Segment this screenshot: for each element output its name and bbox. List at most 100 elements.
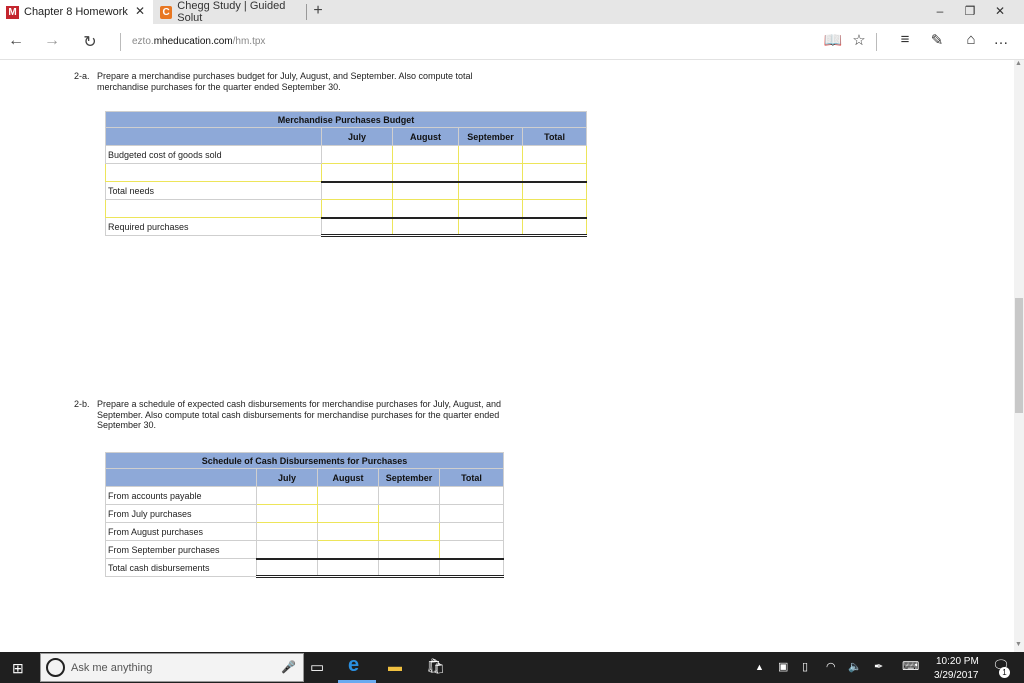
input-cell[interactable] <box>521 181 588 200</box>
edge-browser-icon[interactable]: e <box>348 654 359 677</box>
col-header-total: Total <box>438 468 505 487</box>
refresh-icon[interactable]: ↻ <box>78 32 102 52</box>
tab-chapter-8-homework[interactable]: M Chapter 8 Homework ✕ <box>0 0 153 24</box>
url-path: /hm.tpx <box>232 36 266 47</box>
pen-icon[interactable]: ✒ <box>874 660 883 673</box>
close-window-icon[interactable]: ✕ <box>985 4 1015 18</box>
tab-strip: M Chapter 8 Homework ✕ C Chegg Study | G… <box>0 0 1024 24</box>
question-line-3: September 30. <box>97 420 157 430</box>
windows-start-icon[interactable]: ⊞ <box>12 660 24 677</box>
input-cell[interactable] <box>317 504 379 523</box>
share-icon[interactable]: ⌂ <box>960 31 982 48</box>
battery-icon[interactable]: ▯ <box>802 660 808 673</box>
hub-icon[interactable]: ≡ <box>894 31 916 48</box>
restore-icon[interactable]: ❐ <box>955 4 985 18</box>
scroll-down-icon[interactable]: ▼ <box>1015 641 1022 648</box>
scrollbar-thumb[interactable] <box>1015 298 1023 413</box>
notification-count-badge: 1 <box>999 667 1010 678</box>
input-cell[interactable] <box>458 217 523 237</box>
input-cell[interactable] <box>521 145 588 164</box>
total-cell[interactable] <box>438 558 505 578</box>
table-title: Merchandise Purchases Budget <box>104 111 588 128</box>
input-cell[interactable] <box>392 145 459 164</box>
clock-time[interactable]: 10:20 PM <box>936 656 979 667</box>
question-2b: 2-b. Prepare a schedule of expected cash… <box>74 399 574 433</box>
clock-date[interactable]: 3/29/2017 <box>934 670 979 681</box>
show-hidden-icons-chevron-icon[interactable]: ▲ <box>755 662 764 672</box>
minimize-icon[interactable]: – <box>925 4 955 18</box>
input-cell[interactable] <box>321 145 393 164</box>
total-cell[interactable] <box>378 558 440 578</box>
input-cell[interactable] <box>392 181 459 200</box>
input-cell[interactable] <box>458 163 523 183</box>
input-cell[interactable] <box>521 217 588 237</box>
input-cell[interactable] <box>521 199 588 219</box>
table-row: Total cash disbursements <box>105 558 505 578</box>
tab-divider <box>306 4 307 20</box>
cortana-search-box[interactable]: Ask me anything 🎤 <box>40 653 304 682</box>
input-cell[interactable] <box>321 181 393 200</box>
question-line-2: September. Also compute total cash disbu… <box>97 409 500 420</box>
chegg-favicon-icon: C <box>160 5 173 19</box>
vertical-scrollbar[interactable]: ▲ ▼ <box>1014 60 1024 652</box>
scroll-up-icon[interactable]: ▲ <box>1015 60 1022 67</box>
input-cell[interactable] <box>458 181 523 200</box>
input-cell[interactable] <box>378 540 440 560</box>
table-row: From September purchases <box>105 540 505 560</box>
task-view-icon[interactable]: ▭ <box>310 658 324 676</box>
col-header-september: September <box>458 127 523 146</box>
wifi-icon[interactable]: ◠ <box>826 660 836 673</box>
row-label: Total cash disbursements <box>105 558 257 577</box>
table-row: Budgeted cost of goods sold <box>105 145 588 164</box>
blank-cell <box>438 504 505 523</box>
table-row <box>105 199 588 219</box>
blank-cell <box>317 540 379 560</box>
input-cell[interactable] <box>321 163 393 183</box>
input-cell[interactable] <box>321 217 393 237</box>
question-number: 2-b. <box>74 399 90 409</box>
blank-cell <box>438 540 505 560</box>
total-cell[interactable] <box>317 558 379 578</box>
favorite-star-icon[interactable]: ☆ <box>848 31 870 49</box>
input-cell[interactable] <box>392 199 459 219</box>
row-label: From accounts payable <box>105 486 257 505</box>
row-label-input[interactable] <box>105 199 322 218</box>
table-row <box>105 163 588 183</box>
cash-disbursements-schedule-table: Schedule of Cash Disbursements for Purch… <box>104 452 505 578</box>
input-cell[interactable] <box>256 504 318 523</box>
input-cell[interactable] <box>392 217 459 237</box>
input-cell[interactable] <box>458 145 523 164</box>
input-cell[interactable] <box>392 163 459 183</box>
web-note-icon[interactable]: ✎ <box>926 31 948 49</box>
input-cell[interactable] <box>458 199 523 219</box>
reading-view-icon[interactable]: 📖 <box>822 31 844 49</box>
input-cell[interactable] <box>378 522 440 541</box>
microphone-icon[interactable]: 🎤 <box>281 660 296 674</box>
page-content: 2-a. Prepare a merchandise purchases bud… <box>0 60 1014 652</box>
url-field[interactable]: ezto.mheducation.com/hm.tpx <box>132 36 265 47</box>
total-cell[interactable] <box>256 558 318 578</box>
input-cell[interactable] <box>321 199 393 219</box>
question-line-2: merchandise purchases for the quarter en… <box>97 81 341 92</box>
close-tab-icon[interactable]: ✕ <box>135 4 145 18</box>
input-cell[interactable] <box>521 163 588 183</box>
forward-arrow-icon[interactable]: → <box>40 32 64 50</box>
store-icon[interactable]: 🛍 <box>426 657 445 675</box>
table-row: Required purchases <box>105 217 588 237</box>
search-placeholder: Ask me anything <box>71 662 153 674</box>
tablet-icon[interactable]: ▣ <box>778 660 788 673</box>
input-cell[interactable] <box>256 486 318 505</box>
more-ellipsis-icon[interactable]: … <box>990 31 1012 48</box>
row-label-input[interactable] <box>105 163 322 182</box>
back-arrow-icon[interactable]: ← <box>4 32 28 50</box>
cortana-circle-icon <box>46 658 65 677</box>
volume-muted-icon[interactable]: 🔈 <box>848 660 862 673</box>
row-label: From July purchases <box>105 504 257 523</box>
input-cell[interactable] <box>317 522 379 541</box>
file-explorer-icon[interactable]: ▬ <box>388 658 402 674</box>
new-tab-plus-icon[interactable]: + <box>310 2 326 20</box>
touch-keyboard-icon[interactable]: ⌨ <box>902 659 919 673</box>
blank-cell <box>317 486 379 505</box>
tab-chegg-study[interactable]: C Chegg Study | Guided Solut <box>154 0 306 24</box>
blank-cell <box>378 486 440 505</box>
